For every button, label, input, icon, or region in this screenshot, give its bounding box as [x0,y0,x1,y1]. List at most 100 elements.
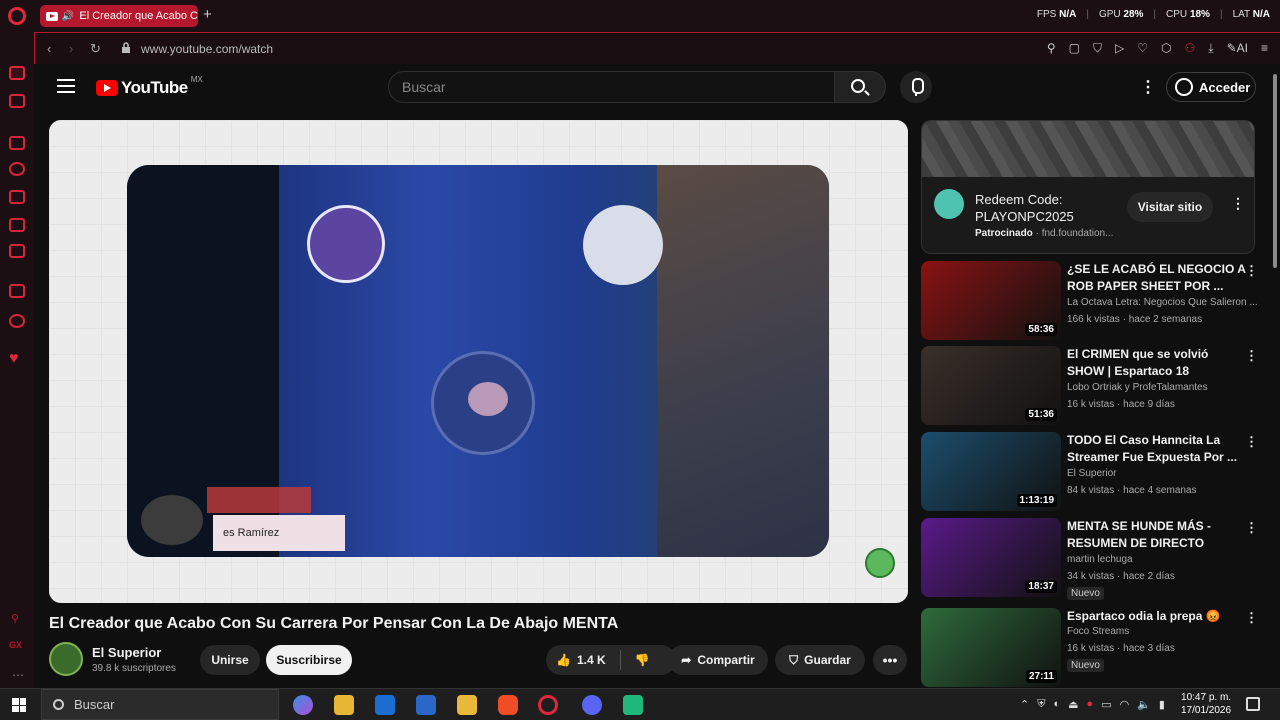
twitch-like-icon[interactable] [9,136,25,150]
gamepad-icon[interactable] [9,94,25,108]
recommendation-menu-icon[interactable]: ⋮ [1245,520,1258,536]
tray-red-icon[interactable]: ● [1087,698,1094,711]
like-icon[interactable]: 👍 [556,653,571,667]
url-field[interactable]: www.youtube.com/watch [141,42,273,56]
outlook-icon[interactable] [375,695,395,715]
extensions-icon[interactable]: ⬡ [1161,41,1171,56]
sponsored-ad-card[interactable]: Redeem Code: PLAYONPC2025 Patrocinado · … [921,120,1255,254]
youtube-logo[interactable]: YouTube MX [96,75,203,98]
search-input[interactable]: Buscar [388,71,835,103]
search-button[interactable] [834,71,886,103]
tray-shield-icon[interactable]: ⛨ [1037,698,1045,711]
tray-battery-icon[interactable]: ▮ [1159,698,1165,711]
recommendation-card[interactable]: 51:36 El CRIMEN que se volvió SHOW | Espa… [921,346,1258,426]
opera-logo-icon[interactable] [8,7,26,25]
app-icon[interactable] [623,695,643,715]
recommendation-thumbnail[interactable]: 1:13:19 [921,432,1061,511]
settings-kebab-icon[interactable]: ⋮ [1140,77,1156,97]
recommendation-card[interactable]: 18:37 MENTA SE HUNDE MÁS - RESUMEN DE DIR… [921,518,1258,600]
gx-icon[interactable]: GX [9,640,22,650]
pin-tab-icon[interactable]: ⚲ [1047,41,1056,56]
download-icon[interactable]: ⤓ [1208,41,1213,56]
visit-site-button[interactable]: Visitar sitio [1127,192,1213,222]
back-icon[interactable]: ‹ [47,41,51,56]
tray-tablet-icon[interactable]: ▭ [1101,698,1111,711]
recommendation-channel[interactable]: Foco Streams [1067,626,1257,637]
scrollbar-thumb[interactable] [1273,74,1277,268]
share-button[interactable]: ➦ Compartir [668,645,768,675]
browser-tab[interactable]: 🔊 El Creador que Acabo C [40,5,198,27]
store-icon[interactable] [334,695,354,715]
new-tab-button[interactable]: + [203,6,212,23]
page-scrollbar[interactable] [1270,64,1280,688]
recommendation-channel[interactable]: El Superior [1067,468,1257,479]
recommendation-channel[interactable]: martin lechuga [1067,554,1257,565]
profile-icon[interactable]: ⚇ [1185,41,1196,56]
more-icon[interactable]: ⋯ [12,668,24,682]
channel-name[interactable]: El Superior [92,645,161,660]
recommendation-menu-icon[interactable]: ⋮ [1245,348,1258,364]
recommendation-thumbnail[interactable]: 58:36 [921,261,1061,340]
recommendation-title[interactable]: El CRIMEN que se volvió SHOW | Espartaco… [1067,346,1247,380]
tray-app-icon[interactable]: ◐ [1053,698,1060,711]
recommendation-menu-icon[interactable]: ⋮ [1245,610,1258,626]
forward-icon[interactable]: › [69,41,73,56]
windows-start-icon[interactable] [12,698,26,712]
recommendation-title[interactable]: Espartaco odia la prepa 😡 [1067,608,1247,625]
heart-icon[interactable]: ♥ [9,350,19,368]
signin-button[interactable]: Acceder [1166,72,1256,102]
block-icon[interactable] [9,218,25,232]
recommendation-thumbnail[interactable]: 18:37 [921,518,1061,597]
recommendation-card[interactable]: 27:11 Espartaco odia la prepa 😡 Foco Strea… [921,608,1258,688]
dislike-icon[interactable]: 👎 [635,653,650,667]
twitch-icon[interactable] [9,284,25,298]
favorite-icon[interactable]: ♡ [1137,41,1148,56]
home-icon[interactable] [9,66,25,80]
speed-icon[interactable] [9,162,25,176]
recommendation-title[interactable]: TODO El Caso Hanncita La Streamer Fue Ex… [1067,432,1247,466]
tray-chevron-icon[interactable]: ⌃ [1020,698,1029,711]
save-button[interactable]: ⛉ Guardar [775,645,865,675]
more-actions-button[interactable]: ••• [873,645,907,675]
hamburger-menu-icon[interactable] [57,79,75,97]
recommendation-title[interactable]: ¿SE LE ACABÓ EL NEGOCIO A ROB PAPER SHEE… [1067,261,1247,295]
recommendation-card[interactable]: 1:13:19 TODO El Caso Hanncita La Streamer… [921,432,1258,512]
tray-wifi-icon[interactable]: ◠ [1120,698,1130,711]
send-icon[interactable]: ▷ [1115,41,1124,56]
menu-icon[interactable]: ≡ [1261,41,1268,56]
join-button[interactable]: Unirse [200,645,260,675]
brave-icon[interactable] [498,695,518,715]
file-explorer-icon[interactable] [457,695,477,715]
ai-button[interactable]: ✎AI [1227,41,1248,56]
tray-usb-icon[interactable]: ⏏ [1068,698,1078,711]
snapshot-icon[interactable]: ▢ [1069,41,1080,56]
pin-icon[interactable]: ⚲ [11,612,19,625]
pocket-icon[interactable]: ⛉ [1093,41,1102,56]
channel-avatar[interactable] [49,642,83,676]
subscribe-button[interactable]: Suscribirse [266,645,352,675]
reload-icon[interactable]: ↻ [90,41,101,57]
recommendation-thumbnail[interactable]: 27:11 [921,608,1061,687]
discord-icon[interactable] [582,695,602,715]
voice-search-icon[interactable] [900,71,932,103]
speaker-icon[interactable]: 🔊 [62,11,74,22]
bag-icon[interactable] [9,190,25,204]
recommendation-menu-icon[interactable]: ⋮ [1245,263,1258,279]
opera-gx-icon[interactable] [538,695,558,715]
word-icon[interactable] [416,695,436,715]
recommendation-thumbnail[interactable]: 51:36 [921,346,1061,425]
ad-title[interactable]: Redeem Code: PLAYONPC2025 [975,191,1125,225]
recommendation-menu-icon[interactable]: ⋮ [1245,434,1258,450]
like-count[interactable]: 1.4 K [577,653,606,667]
taskbar-search-input[interactable]: Buscar [41,689,279,720]
tray-volume-icon[interactable]: 🔈 [1137,698,1151,711]
recommendation-title[interactable]: MENTA SE HUNDE MÁS - RESUMEN DE DIRECTO [1067,518,1247,552]
recommendation-card[interactable]: 58:36 ¿SE LE ACABÓ EL NEGOCIO A ROB PAPER… [921,261,1258,341]
news-icon[interactable] [9,244,25,258]
copilot-icon[interactable] [293,695,313,715]
recommendation-channel[interactable]: La Octava Letra: Negocios Que Salieron .… [1067,297,1257,308]
ad-menu-icon[interactable]: ⋮ [1231,195,1245,212]
video-player[interactable]: es Ramírez [49,120,908,603]
recommendation-channel[interactable]: Lobo Ortriak y ProfeTalamantes [1067,382,1257,393]
taskbar-clock[interactable]: 10:47 p. m. 17/01/2026 [1181,691,1231,717]
